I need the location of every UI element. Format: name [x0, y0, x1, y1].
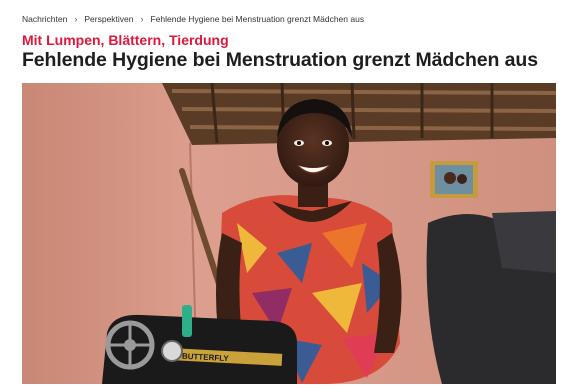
- article-title: Fehlende Hygiene bei Menstruation grenzt…: [22, 49, 538, 71]
- chevron-right-icon: ›: [74, 14, 78, 24]
- article-kicker: Mit Lumpen, Blättern, Tierdung: [22, 32, 229, 48]
- breadcrumb-item-nachrichten[interactable]: Nachrichten: [22, 14, 67, 24]
- breadcrumb-item-perspektiven[interactable]: Perspektiven: [84, 14, 133, 24]
- hero-photo-illustration: BUTTERFLY: [22, 83, 556, 384]
- breadcrumb: Nachrichten › Perspektiven › Fehlende Hy…: [22, 14, 364, 24]
- hero-image: BUTTERFLY: [22, 83, 556, 384]
- chevron-right-icon: ›: [140, 14, 144, 24]
- breadcrumb-item-current: Fehlende Hygiene bei Menstruation grenzt…: [150, 14, 365, 24]
